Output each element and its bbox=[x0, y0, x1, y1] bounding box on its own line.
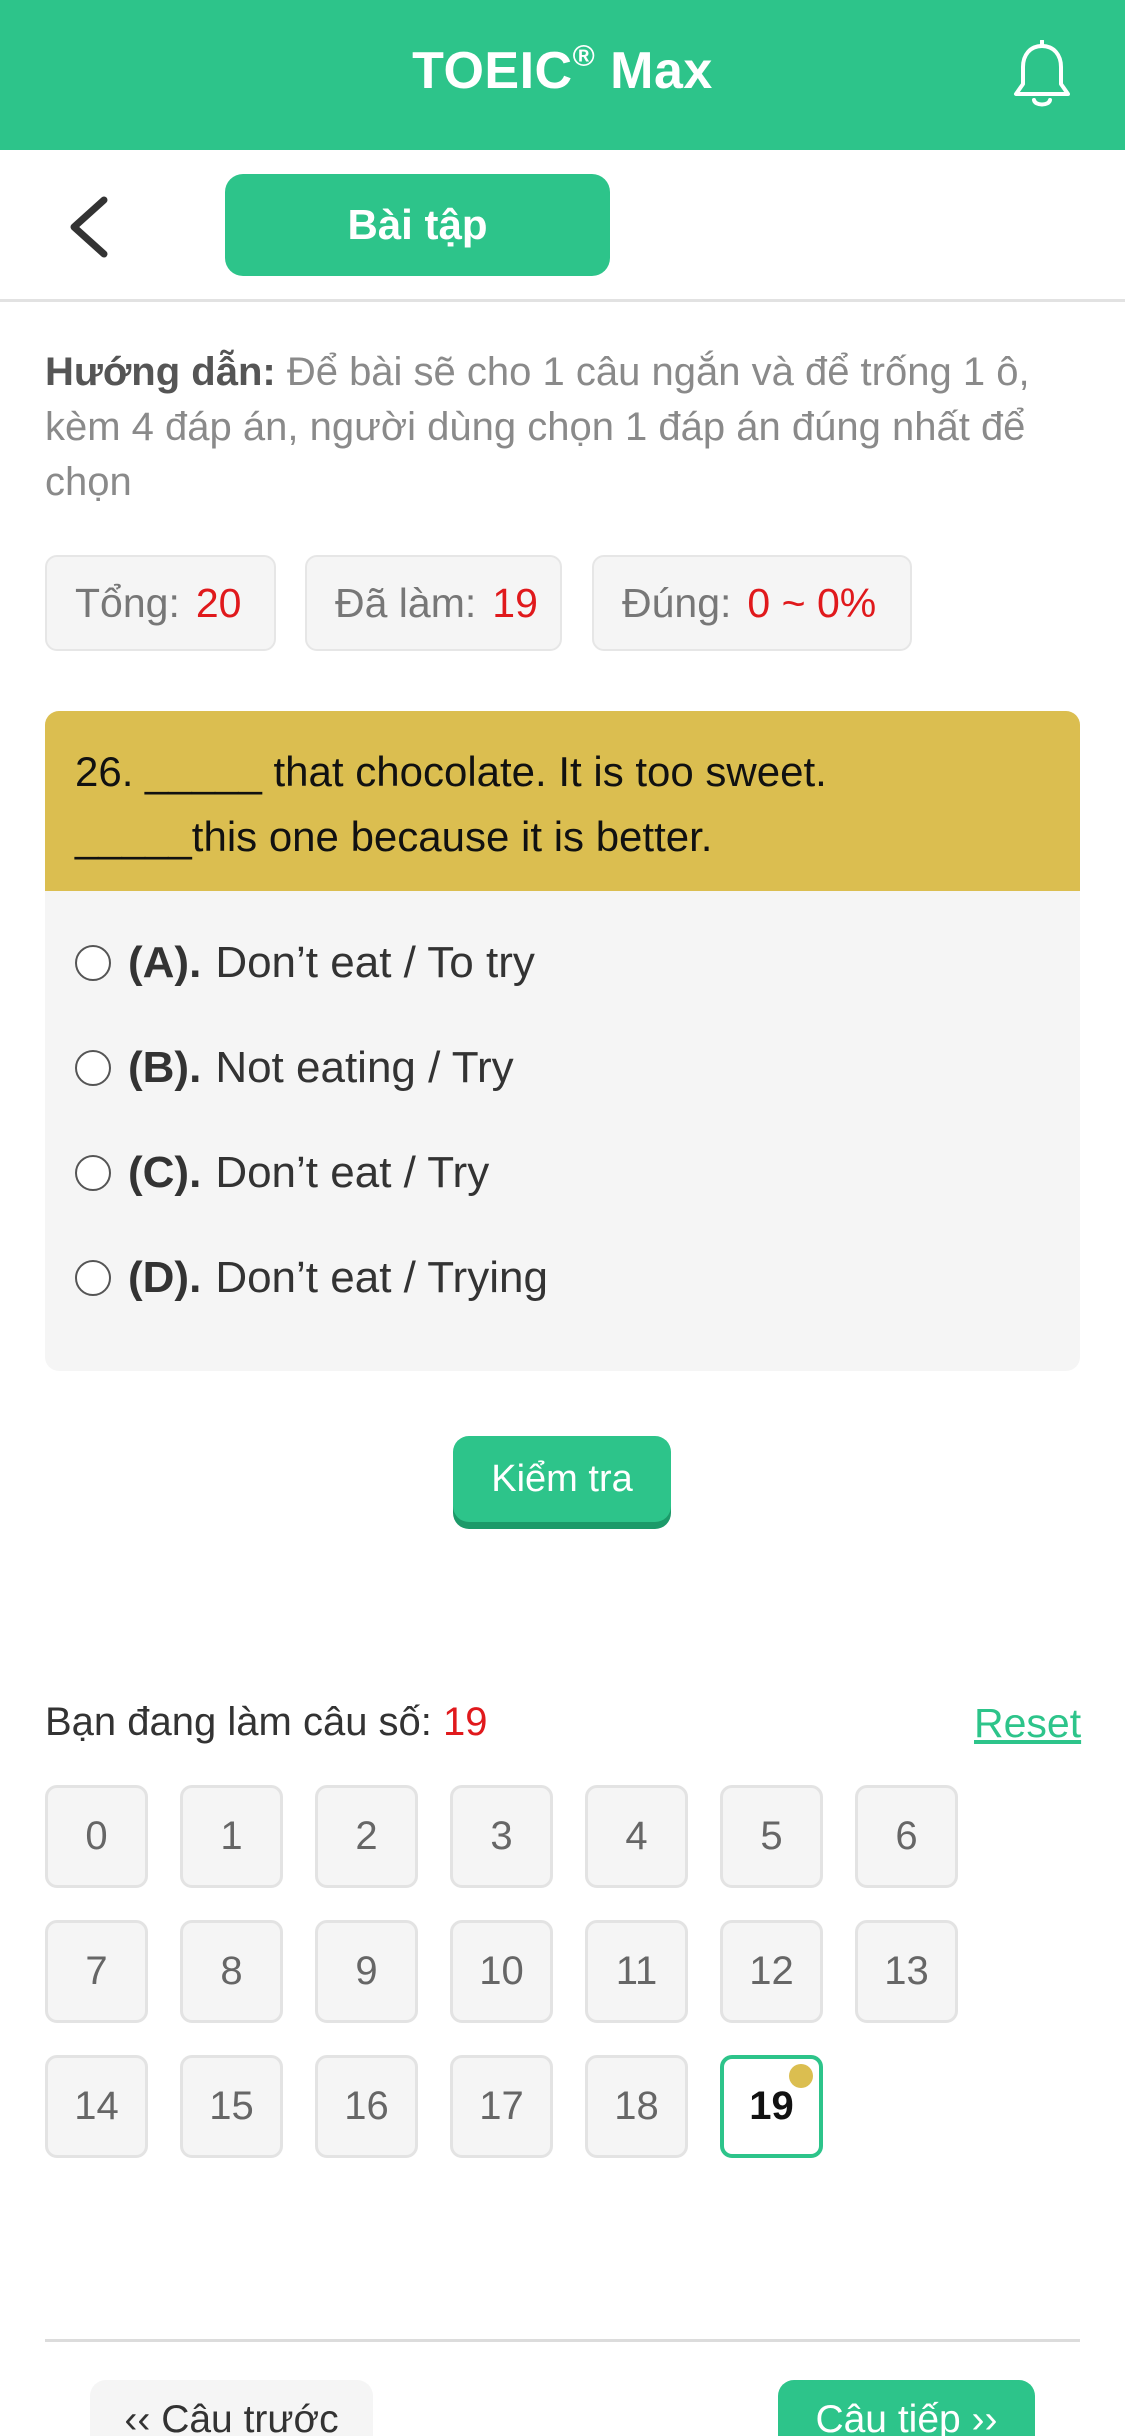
reset-link[interactable]: Reset bbox=[974, 1700, 1081, 1747]
question-number-15[interactable]: 15 bbox=[180, 2055, 283, 2158]
question-number-16[interactable]: 16 bbox=[315, 2055, 418, 2158]
instructions-label: Hướng dẫn: bbox=[45, 350, 276, 394]
next-question-button[interactable]: Câu tiếp ›› bbox=[778, 2380, 1035, 2436]
answer-option-c[interactable]: (C). Don’t eat / Try bbox=[75, 1143, 489, 1203]
question-number-8[interactable]: 8 bbox=[180, 1920, 283, 2023]
check-answer-button[interactable]: Kiểm tra bbox=[453, 1436, 671, 1522]
app-header: TOEIC® Max bbox=[0, 0, 1125, 150]
sub-toolbar: Bài tập bbox=[0, 150, 1125, 302]
answer-options: (A). Don’t eat / To try (B). Not eating … bbox=[45, 891, 1080, 1371]
radio-button[interactable] bbox=[75, 1260, 111, 1296]
current-marker-dot bbox=[789, 2064, 813, 2088]
divider bbox=[45, 2339, 1080, 2342]
app-title: TOEIC® Max bbox=[412, 40, 713, 100]
question-number-13[interactable]: 13 bbox=[855, 1920, 958, 2023]
question-number-4[interactable]: 4 bbox=[585, 1785, 688, 1888]
question-number-9[interactable]: 9 bbox=[315, 1920, 418, 2023]
question-number-6[interactable]: 6 bbox=[855, 1785, 958, 1888]
current-question-indicator: Bạn đang làm câu số: 19 bbox=[45, 1700, 488, 1744]
done-stat: Đã làm: 19 bbox=[305, 555, 562, 651]
question-number-2[interactable]: 2 bbox=[315, 1785, 418, 1888]
back-chevron-icon[interactable] bbox=[60, 194, 120, 260]
exercise-tab-button[interactable]: Bài tập bbox=[225, 174, 610, 276]
question-number-3[interactable]: 3 bbox=[450, 1785, 553, 1888]
bell-icon[interactable] bbox=[1010, 40, 1074, 112]
radio-button[interactable] bbox=[75, 945, 111, 981]
correct-stat: Đúng: 0 ~ 0% bbox=[592, 555, 912, 651]
question-number-0[interactable]: 0 bbox=[45, 1785, 148, 1888]
radio-button[interactable] bbox=[75, 1050, 111, 1086]
previous-question-button[interactable]: ‹‹ Câu trước bbox=[90, 2380, 373, 2436]
radio-button[interactable] bbox=[75, 1155, 111, 1191]
total-stat: Tổng: 20 bbox=[45, 555, 276, 651]
question-number-grid: 0 1 2 3 4 5 6 7 8 9 10 11 12 13 14 15 16 17 18 19 bbox=[45, 1785, 1045, 2165]
question-prompt: 26. _____ that chocolate. It is too swee… bbox=[45, 711, 1080, 891]
question-number-5[interactable]: 5 bbox=[720, 1785, 823, 1888]
question-number-19[interactable]: 19 bbox=[720, 2055, 823, 2158]
question-number-18[interactable]: 18 bbox=[585, 2055, 688, 2158]
question-number-1[interactable]: 1 bbox=[180, 1785, 283, 1888]
answer-option-a[interactable]: (A). Don’t eat / To try bbox=[75, 933, 535, 993]
question-number-12[interactable]: 12 bbox=[720, 1920, 823, 2023]
question-number-17[interactable]: 17 bbox=[450, 2055, 553, 2158]
answer-option-d[interactable]: (D). Don’t eat / Trying bbox=[75, 1248, 548, 1308]
instructions-text: Hướng dẫn: Để bài sẽ cho 1 câu ngắn và đ… bbox=[45, 350, 1030, 504]
question-number-14[interactable]: 14 bbox=[45, 2055, 148, 2158]
question-number-11[interactable]: 11 bbox=[585, 1920, 688, 2023]
question-number-7[interactable]: 7 bbox=[45, 1920, 148, 2023]
answer-option-b[interactable]: (B). Not eating / Try bbox=[75, 1038, 514, 1098]
question-number-10[interactable]: 10 bbox=[450, 1920, 553, 2023]
